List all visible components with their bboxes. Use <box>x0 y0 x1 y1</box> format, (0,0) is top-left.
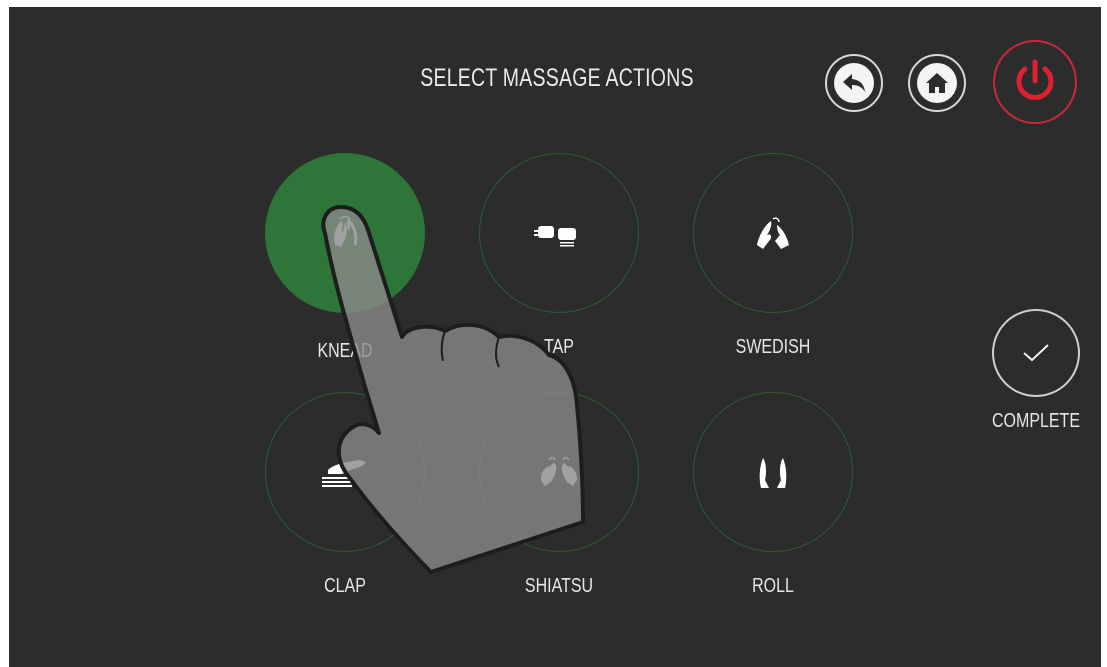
action-tap-label: TAP <box>544 336 574 358</box>
roll-rollers-icon <box>759 458 787 488</box>
action-shiatsu-button[interactable] <box>479 392 639 552</box>
power-button[interactable] <box>993 40 1077 124</box>
complete-button[interactable] <box>992 309 1080 397</box>
checkmark-icon <box>1023 344 1049 362</box>
shiatsu-thumbs-icon <box>541 457 577 486</box>
complete-label: COMPLETE <box>991 410 1081 432</box>
back-button[interactable] <box>825 54 883 112</box>
action-swedish-label: SWEDISH <box>735 336 811 358</box>
action-knead-button[interactable] <box>265 153 425 313</box>
tap-fists-icon <box>534 226 576 247</box>
power-icon <box>1016 59 1054 100</box>
action-swedish-button[interactable] <box>693 153 853 313</box>
action-shiatsu-label: SHIATSU <box>524 575 594 597</box>
action-knead-label: KNEAD <box>317 340 373 362</box>
action-roll-button[interactable] <box>693 392 853 552</box>
back-arrow-icon <box>834 63 874 103</box>
action-clap-button[interactable] <box>265 392 425 552</box>
home-icon <box>917 63 957 103</box>
action-clap-label: CLAP <box>324 575 366 597</box>
home-button[interactable] <box>908 54 966 112</box>
clap-hand-icon <box>322 460 366 487</box>
swedish-hands-icon <box>757 217 789 249</box>
action-tap-button[interactable] <box>479 153 639 313</box>
action-roll-label: ROLL <box>752 575 794 597</box>
massage-screen: SELECT MASSAGE ACTIONS KNEAD TAP SWEDISH… <box>9 7 1101 667</box>
knead-hands-icon <box>334 216 358 247</box>
